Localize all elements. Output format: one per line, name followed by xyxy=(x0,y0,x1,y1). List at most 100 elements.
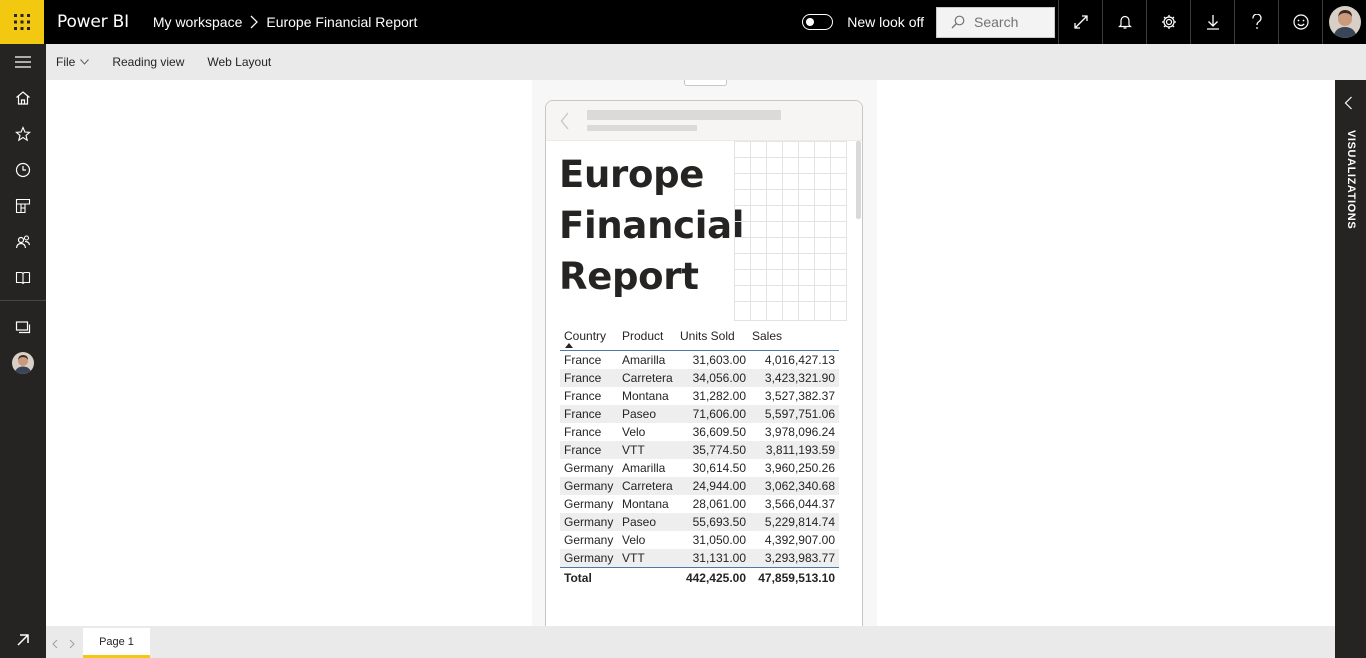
nav-get-data[interactable] xyxy=(0,622,46,658)
report-title-line: Financial xyxy=(559,204,745,247)
table-row[interactable]: France Velo 36,609.50 3,978,096.24 xyxy=(560,423,839,441)
table-row[interactable]: France Paseo 71,606.00 5,597,751.06 xyxy=(560,405,839,423)
data-table[interactable]: Country Product Units Sold Sales France A… xyxy=(560,327,839,587)
cell-country: Germany xyxy=(564,479,614,493)
web-layout-button[interactable]: Web Layout xyxy=(207,55,271,69)
cell-product: Amarilla xyxy=(622,353,666,367)
hamburger-icon xyxy=(15,56,31,68)
cell-product: Paseo xyxy=(622,515,657,529)
cell-country: Germany xyxy=(564,551,614,565)
sort-ascending-icon xyxy=(565,343,573,348)
table-row[interactable]: Germany VTT 31,131.00 3,293,983.77 xyxy=(560,549,839,567)
report-title[interactable]: Europe Financial Report xyxy=(559,149,745,302)
file-menu-button[interactable]: File xyxy=(56,55,90,69)
nav-workspaces[interactable] xyxy=(0,309,46,345)
nav-recent[interactable] xyxy=(0,152,46,188)
people-icon xyxy=(15,235,31,249)
cell-units-sold: 35,774.50 xyxy=(692,443,746,457)
phone-scrollbar[interactable] xyxy=(856,141,861,219)
cell-country: Germany xyxy=(564,533,614,547)
report-title-line: Europe xyxy=(559,153,705,196)
cell-country: France xyxy=(564,353,602,367)
table-row[interactable]: France Amarilla 31,603.00 4,016,427.13 xyxy=(560,351,839,369)
column-header-product[interactable]: Product xyxy=(622,329,663,343)
search-icon xyxy=(951,15,965,29)
cell-units-sold: 34,056.00 xyxy=(692,371,746,385)
nav-menu-button[interactable] xyxy=(0,44,46,80)
cell-product: Velo xyxy=(622,533,646,547)
left-navigation xyxy=(0,44,46,658)
chevron-left-icon[interactable] xyxy=(1344,96,1353,115)
cell-sales: 3,293,983.77 xyxy=(764,551,835,565)
cell-units-sold: 31,050.00 xyxy=(692,533,746,547)
phone-header xyxy=(546,101,862,141)
cell-sales: 5,597,751.06 xyxy=(764,407,835,421)
total-units: 442,425.00 xyxy=(685,571,746,585)
clock-icon xyxy=(15,162,31,178)
download-button[interactable] xyxy=(1190,0,1234,44)
notifications-button[interactable] xyxy=(1102,0,1146,44)
settings-button[interactable] xyxy=(1146,0,1190,44)
table-row[interactable]: Germany Amarilla 30,614.50 3,960,250.26 xyxy=(560,459,839,477)
table-row[interactable]: Germany Paseo 55,693.50 5,229,814.74 xyxy=(560,513,839,531)
cell-product: VTT xyxy=(622,551,645,565)
table-row[interactable]: Germany Velo 31,050.00 4,392,907.00 xyxy=(560,531,839,549)
total-sales: 47,859,513.10 xyxy=(758,571,835,585)
fullscreen-button[interactable] xyxy=(1058,0,1102,44)
table-row[interactable]: Germany Carretera 24,944.00 3,062,340.68 xyxy=(560,477,839,495)
table-row[interactable]: France Montana 31,282.00 3,527,382.37 xyxy=(560,387,839,405)
arrow-up-right-icon xyxy=(17,634,29,646)
account-button[interactable] xyxy=(1322,0,1366,44)
avatar xyxy=(12,352,34,374)
star-icon xyxy=(15,126,31,142)
breadcrumb-report[interactable]: Europe Financial Report xyxy=(266,14,417,30)
chevron-left-icon[interactable] xyxy=(52,636,58,654)
column-header-units-sold[interactable]: Units Sold xyxy=(680,329,735,343)
apps-icon xyxy=(15,198,31,214)
cell-product: Amarilla xyxy=(622,461,666,475)
breadcrumb-workspace[interactable]: My workspace xyxy=(153,14,242,30)
table-row[interactable]: France Carretera 34,056.00 3,423,321.90 xyxy=(560,369,839,387)
header-actions: New look off Search xyxy=(802,0,1366,44)
nav-home[interactable] xyxy=(0,80,46,116)
page-tab[interactable]: Page 1 xyxy=(83,628,150,658)
chevron-down-icon xyxy=(80,59,90,65)
cell-units-sold: 55,693.50 xyxy=(692,515,746,529)
new-look-toggle[interactable] xyxy=(802,14,834,30)
cell-product: Carretera xyxy=(622,371,673,385)
help-button[interactable] xyxy=(1234,0,1278,44)
cell-units-sold: 31,282.00 xyxy=(692,389,746,403)
cell-sales: 4,016,427.13 xyxy=(764,353,835,367)
nav-favorites[interactable] xyxy=(0,116,46,152)
phone-notch xyxy=(684,80,727,86)
column-header-sales[interactable]: Sales xyxy=(752,329,782,343)
cell-sales: 3,811,193.59 xyxy=(765,443,835,457)
cell-sales: 3,423,321.90 xyxy=(764,371,835,385)
table-row[interactable]: France VTT 35,774.50 3,811,193.59 xyxy=(560,441,839,459)
nav-my-workspace[interactable] xyxy=(0,345,46,381)
nav-apps[interactable] xyxy=(0,188,46,224)
cell-units-sold: 30,614.50 xyxy=(692,461,746,475)
visualizations-text: VISUALIZATIONS xyxy=(1345,130,1357,230)
nav-learn[interactable] xyxy=(0,260,46,296)
visualizations-label: VISUALIZATIONS xyxy=(1341,130,1361,230)
search-placeholder: Search xyxy=(974,14,1019,30)
avatar xyxy=(1328,6,1361,38)
cell-country: Germany xyxy=(564,497,614,511)
feedback-button[interactable] xyxy=(1278,0,1322,44)
home-icon xyxy=(16,91,30,105)
search-input[interactable]: Search xyxy=(936,6,1055,38)
phone-frame: Europe Financial Report Country Product … xyxy=(545,100,863,630)
chevron-right-icon[interactable] xyxy=(69,636,75,654)
cell-units-sold: 71,606.00 xyxy=(692,407,746,421)
visualizations-pane[interactable]: VISUALIZATIONS xyxy=(1335,80,1366,658)
app-launcher-button[interactable] xyxy=(0,0,44,44)
nav-shared[interactable] xyxy=(0,224,46,260)
cell-product: Montana xyxy=(622,497,669,511)
reading-view-button[interactable]: Reading view xyxy=(112,55,184,69)
page-tabs-bar: Page 1 xyxy=(46,626,1335,658)
cell-sales: 3,960,250.26 xyxy=(764,461,835,475)
table-row[interactable]: Germany Montana 28,061.00 3,566,044.37 xyxy=(560,495,839,513)
brand-name[interactable]: Power BI xyxy=(57,12,129,32)
column-header-country[interactable]: Country xyxy=(564,329,606,343)
